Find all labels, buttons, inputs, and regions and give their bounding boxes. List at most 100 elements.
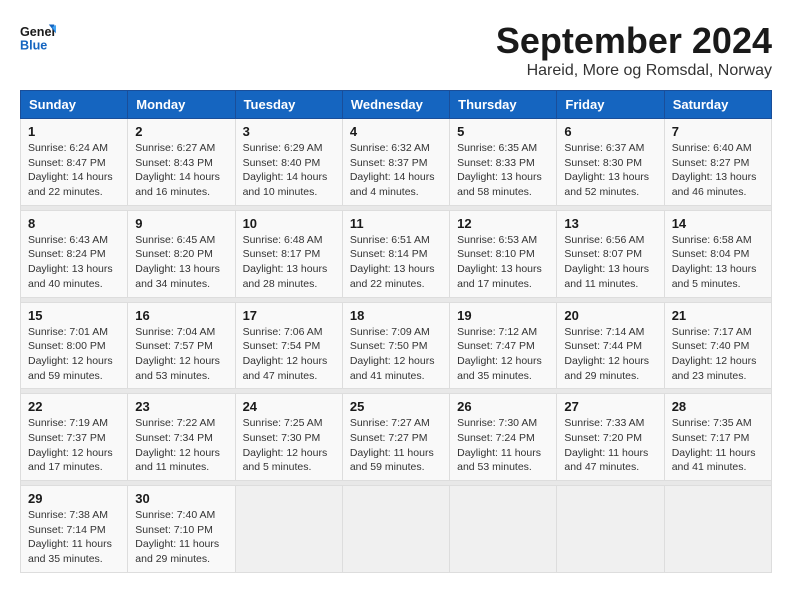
calendar-empty-cell <box>235 486 342 573</box>
day-number: 27 <box>564 399 656 414</box>
day-number: 6 <box>564 124 656 139</box>
calendar-week-row: 15 Sunrise: 7:01 AM Sunset: 8:00 PM Dayl… <box>21 302 772 389</box>
calendar-day-cell: 16 Sunrise: 7:04 AM Sunset: 7:57 PM Dayl… <box>128 302 235 389</box>
calendar-day-cell: 4 Sunrise: 6:32 AM Sunset: 8:37 PM Dayli… <box>342 119 449 206</box>
col-header-wednesday: Wednesday <box>342 91 449 119</box>
day-info: Sunrise: 7:22 AM Sunset: 7:34 PM Dayligh… <box>135 416 227 475</box>
day-number: 15 <box>28 308 120 323</box>
calendar-day-cell: 24 Sunrise: 7:25 AM Sunset: 7:30 PM Dayl… <box>235 394 342 481</box>
calendar-day-cell: 23 Sunrise: 7:22 AM Sunset: 7:34 PM Dayl… <box>128 394 235 481</box>
day-number: 11 <box>350 216 442 231</box>
day-info: Sunrise: 7:38 AM Sunset: 7:14 PM Dayligh… <box>28 508 120 567</box>
calendar-header-row: SundayMondayTuesdayWednesdayThursdayFrid… <box>21 91 772 119</box>
calendar-day-cell: 22 Sunrise: 7:19 AM Sunset: 7:37 PM Dayl… <box>21 394 128 481</box>
calendar-day-cell: 12 Sunrise: 6:53 AM Sunset: 8:10 PM Dayl… <box>450 210 557 297</box>
calendar-day-cell: 27 Sunrise: 7:33 AM Sunset: 7:20 PM Dayl… <box>557 394 664 481</box>
day-number: 5 <box>457 124 549 139</box>
calendar-week-row: 1 Sunrise: 6:24 AM Sunset: 8:47 PM Dayli… <box>21 119 772 206</box>
day-info: Sunrise: 7:35 AM Sunset: 7:17 PM Dayligh… <box>672 416 764 475</box>
calendar-day-cell: 30 Sunrise: 7:40 AM Sunset: 7:10 PM Dayl… <box>128 486 235 573</box>
calendar-empty-cell <box>342 486 449 573</box>
calendar-day-cell: 3 Sunrise: 6:29 AM Sunset: 8:40 PM Dayli… <box>235 119 342 206</box>
calendar-empty-cell <box>664 486 771 573</box>
calendar-table: SundayMondayTuesdayWednesdayThursdayFrid… <box>20 90 772 573</box>
calendar-empty-cell <box>450 486 557 573</box>
day-info: Sunrise: 7:06 AM Sunset: 7:54 PM Dayligh… <box>243 325 335 384</box>
day-info: Sunrise: 7:25 AM Sunset: 7:30 PM Dayligh… <box>243 416 335 475</box>
day-info: Sunrise: 6:53 AM Sunset: 8:10 PM Dayligh… <box>457 233 549 292</box>
day-info: Sunrise: 6:43 AM Sunset: 8:24 PM Dayligh… <box>28 233 120 292</box>
col-header-tuesday: Tuesday <box>235 91 342 119</box>
day-info: Sunrise: 6:35 AM Sunset: 8:33 PM Dayligh… <box>457 141 549 200</box>
calendar-day-cell: 6 Sunrise: 6:37 AM Sunset: 8:30 PM Dayli… <box>557 119 664 206</box>
day-number: 17 <box>243 308 335 323</box>
day-info: Sunrise: 7:14 AM Sunset: 7:44 PM Dayligh… <box>564 325 656 384</box>
day-info: Sunrise: 6:37 AM Sunset: 8:30 PM Dayligh… <box>564 141 656 200</box>
day-info: Sunrise: 6:48 AM Sunset: 8:17 PM Dayligh… <box>243 233 335 292</box>
calendar-week-row: 22 Sunrise: 7:19 AM Sunset: 7:37 PM Dayl… <box>21 394 772 481</box>
day-info: Sunrise: 7:12 AM Sunset: 7:47 PM Dayligh… <box>457 325 549 384</box>
day-info: Sunrise: 6:51 AM Sunset: 8:14 PM Dayligh… <box>350 233 442 292</box>
calendar-day-cell: 26 Sunrise: 7:30 AM Sunset: 7:24 PM Dayl… <box>450 394 557 481</box>
day-number: 2 <box>135 124 227 139</box>
calendar-week-row: 29 Sunrise: 7:38 AM Sunset: 7:14 PM Dayl… <box>21 486 772 573</box>
calendar-day-cell: 15 Sunrise: 7:01 AM Sunset: 8:00 PM Dayl… <box>21 302 128 389</box>
day-info: Sunrise: 7:01 AM Sunset: 8:00 PM Dayligh… <box>28 325 120 384</box>
day-number: 25 <box>350 399 442 414</box>
day-number: 21 <box>672 308 764 323</box>
day-number: 1 <box>28 124 120 139</box>
logo-icon: General Blue <box>20 20 56 56</box>
day-number: 19 <box>457 308 549 323</box>
location-title: Hareid, More og Romsdal, Norway <box>496 62 772 80</box>
day-number: 4 <box>350 124 442 139</box>
day-number: 23 <box>135 399 227 414</box>
calendar-day-cell: 18 Sunrise: 7:09 AM Sunset: 7:50 PM Dayl… <box>342 302 449 389</box>
day-info: Sunrise: 7:33 AM Sunset: 7:20 PM Dayligh… <box>564 416 656 475</box>
calendar-day-cell: 21 Sunrise: 7:17 AM Sunset: 7:40 PM Dayl… <box>664 302 771 389</box>
day-info: Sunrise: 7:09 AM Sunset: 7:50 PM Dayligh… <box>350 325 442 384</box>
calendar-day-cell: 1 Sunrise: 6:24 AM Sunset: 8:47 PM Dayli… <box>21 119 128 206</box>
day-info: Sunrise: 6:27 AM Sunset: 8:43 PM Dayligh… <box>135 141 227 200</box>
day-info: Sunrise: 6:40 AM Sunset: 8:27 PM Dayligh… <box>672 141 764 200</box>
day-info: Sunrise: 7:19 AM Sunset: 7:37 PM Dayligh… <box>28 416 120 475</box>
month-title: September 2024 <box>496 20 772 62</box>
day-number: 12 <box>457 216 549 231</box>
svg-text:Blue: Blue <box>20 39 47 53</box>
calendar-day-cell: 19 Sunrise: 7:12 AM Sunset: 7:47 PM Dayl… <box>450 302 557 389</box>
calendar-day-cell: 2 Sunrise: 6:27 AM Sunset: 8:43 PM Dayli… <box>128 119 235 206</box>
calendar-empty-cell <box>557 486 664 573</box>
col-header-thursday: Thursday <box>450 91 557 119</box>
logo: General Blue <box>20 20 56 56</box>
calendar-day-cell: 11 Sunrise: 6:51 AM Sunset: 8:14 PM Dayl… <box>342 210 449 297</box>
day-number: 30 <box>135 491 227 506</box>
calendar-day-cell: 5 Sunrise: 6:35 AM Sunset: 8:33 PM Dayli… <box>450 119 557 206</box>
day-info: Sunrise: 6:29 AM Sunset: 8:40 PM Dayligh… <box>243 141 335 200</box>
day-number: 16 <box>135 308 227 323</box>
day-number: 3 <box>243 124 335 139</box>
day-info: Sunrise: 7:40 AM Sunset: 7:10 PM Dayligh… <box>135 508 227 567</box>
day-info: Sunrise: 7:04 AM Sunset: 7:57 PM Dayligh… <box>135 325 227 384</box>
calendar-day-cell: 29 Sunrise: 7:38 AM Sunset: 7:14 PM Dayl… <box>21 486 128 573</box>
col-header-friday: Friday <box>557 91 664 119</box>
day-info: Sunrise: 7:30 AM Sunset: 7:24 PM Dayligh… <box>457 416 549 475</box>
calendar-day-cell: 10 Sunrise: 6:48 AM Sunset: 8:17 PM Dayl… <box>235 210 342 297</box>
svg-text:General: General <box>20 25 56 39</box>
day-number: 29 <box>28 491 120 506</box>
col-header-monday: Monday <box>128 91 235 119</box>
day-number: 22 <box>28 399 120 414</box>
day-info: Sunrise: 7:17 AM Sunset: 7:40 PM Dayligh… <box>672 325 764 384</box>
col-header-sunday: Sunday <box>21 91 128 119</box>
calendar-day-cell: 28 Sunrise: 7:35 AM Sunset: 7:17 PM Dayl… <box>664 394 771 481</box>
calendar-day-cell: 13 Sunrise: 6:56 AM Sunset: 8:07 PM Dayl… <box>557 210 664 297</box>
calendar-day-cell: 7 Sunrise: 6:40 AM Sunset: 8:27 PM Dayli… <box>664 119 771 206</box>
calendar-day-cell: 25 Sunrise: 7:27 AM Sunset: 7:27 PM Dayl… <box>342 394 449 481</box>
day-number: 8 <box>28 216 120 231</box>
day-info: Sunrise: 6:58 AM Sunset: 8:04 PM Dayligh… <box>672 233 764 292</box>
day-number: 10 <box>243 216 335 231</box>
day-number: 18 <box>350 308 442 323</box>
day-number: 24 <box>243 399 335 414</box>
col-header-saturday: Saturday <box>664 91 771 119</box>
title-area: September 2024 Hareid, More og Romsdal, … <box>496 20 772 80</box>
day-info: Sunrise: 6:45 AM Sunset: 8:20 PM Dayligh… <box>135 233 227 292</box>
calendar-day-cell: 17 Sunrise: 7:06 AM Sunset: 7:54 PM Dayl… <box>235 302 342 389</box>
